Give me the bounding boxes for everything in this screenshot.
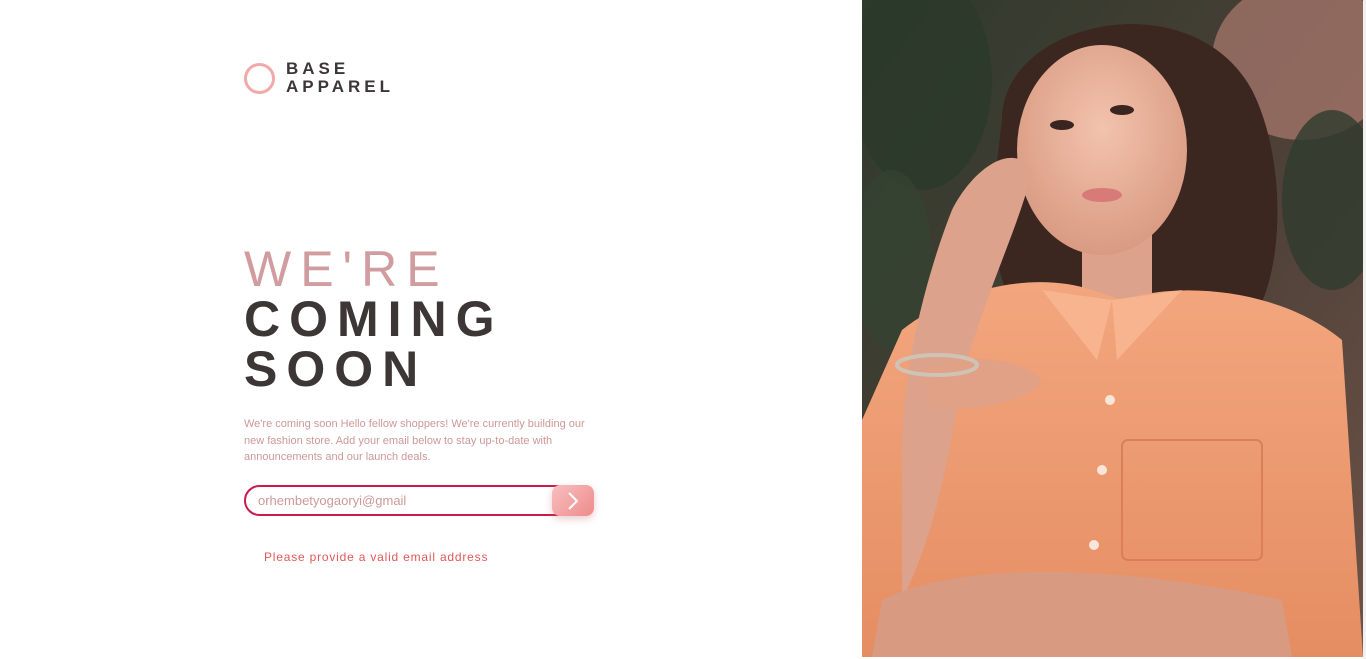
- hero-photo: [862, 0, 1363, 657]
- title-dark-line-1: Coming: [244, 291, 504, 347]
- title-light: We're: [244, 241, 449, 297]
- page-title: We're Coming Soon: [244, 244, 504, 394]
- email-field[interactable]: [244, 485, 574, 516]
- hero-photo-illustration: [862, 0, 1363, 657]
- logo-ring-icon: [244, 62, 275, 94]
- content-panel: BASE APPAREL We're Coming Soon We're com…: [0, 0, 862, 659]
- email-signup-form: [244, 485, 594, 516]
- coming-soon-page: BASE APPAREL We're Coming Soon We're com…: [0, 0, 1366, 659]
- description-text: We're coming soon Hello fellow shoppers!…: [244, 418, 585, 463]
- title-dark-line-2: Soon: [244, 341, 428, 397]
- logo-line-2: APPAREL: [286, 77, 394, 96]
- logo-wordmark: BASE APPAREL: [286, 60, 394, 96]
- logo-line-1: BASE: [286, 59, 350, 78]
- error-message: Please provide a valid email address: [264, 550, 489, 564]
- submit-button[interactable]: [552, 485, 594, 516]
- chevron-right-icon: [568, 491, 579, 510]
- brand-logo: BASE APPAREL: [244, 60, 394, 96]
